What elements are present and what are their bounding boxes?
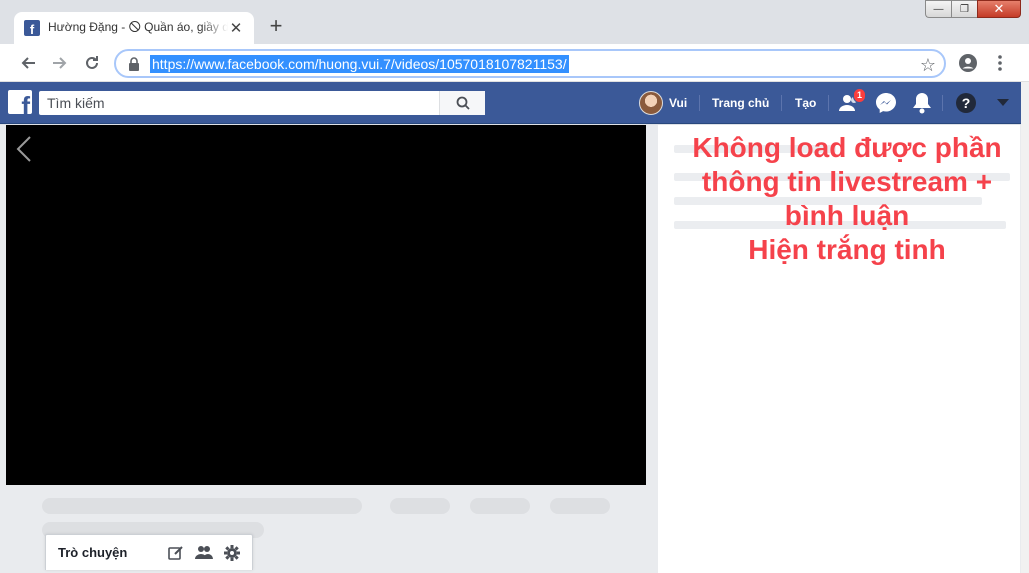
help-icon: ? <box>956 93 976 113</box>
minimize-button[interactable]: — <box>925 0 951 18</box>
compose-icon[interactable] <box>166 543 186 563</box>
browser-toolbar: https://www.facebook.com/huong.vui.7/vid… <box>0 44 1029 82</box>
chat-label: Trò chuyện <box>58 545 128 560</box>
friend-requests-button[interactable]: 1 <box>837 88 866 116</box>
nav-divider <box>699 95 700 111</box>
tab-title: Hường Đặng - 🛇 Quần áo, giầy dép <box>48 19 228 34</box>
help-button[interactable]: ? <box>953 90 979 116</box>
url-text: https://www.facebook.com/huong.vui.7/vid… <box>150 54 569 73</box>
facebook-logo-icon[interactable]: f <box>8 90 32 114</box>
bell-icon <box>913 93 931 114</box>
gear-icon[interactable] <box>222 543 242 563</box>
home-link[interactable]: Trang chủ <box>712 82 769 124</box>
browser-tab[interactable]: f Hường Đặng - 🛇 Quần áo, giầy dép ✕ <box>14 12 254 44</box>
annotation-line: thông tin livestream + <box>701 166 993 197</box>
back-button[interactable] <box>16 51 40 75</box>
facebook-favicon-icon: f <box>24 20 40 36</box>
fb-search-button[interactable] <box>439 91 485 115</box>
bookmark-star-icon[interactable]: ☆ <box>920 55 936 76</box>
loading-placeholder <box>470 498 530 514</box>
account-circle-icon <box>959 54 977 72</box>
chat-bar[interactable]: Trò chuyện <box>45 534 253 570</box>
close-window-button[interactable]: ✕ <box>977 0 1021 18</box>
maximize-button[interactable]: ❐ <box>951 0 977 18</box>
search-icon <box>456 96 470 110</box>
notifications-button[interactable] <box>909 90 935 116</box>
avatar <box>639 91 663 115</box>
chevron-left-icon[interactable] <box>14 135 34 163</box>
fb-search-box <box>39 91 485 115</box>
account-menu-button[interactable] <box>990 90 1016 116</box>
profile-button[interactable] <box>956 51 980 75</box>
create-link[interactable]: Tạo <box>795 82 816 124</box>
annotation-line: Không load được phần <box>692 132 1002 163</box>
nav-divider <box>781 95 782 111</box>
back-arrow-icon <box>21 57 35 69</box>
video-player[interactable] <box>6 125 646 485</box>
create-label: Tạo <box>795 96 817 110</box>
forward-button[interactable] <box>48 51 72 75</box>
tab-close-icon[interactable]: ✕ <box>228 19 244 37</box>
profile-name: Vui <box>669 96 688 110</box>
window-controls: — ❐ ✕ <box>925 0 1021 18</box>
fb-search-input[interactable] <box>39 92 439 114</box>
reload-icon <box>86 56 98 69</box>
page-scrollbar[interactable] <box>1021 82 1029 573</box>
browser-titlebar: f Hường Đặng - 🛇 Quần áo, giầy dép ✕ + —… <box>0 0 1029 44</box>
reload-button[interactable] <box>80 51 104 75</box>
home-label: Trang chủ <box>712 96 770 110</box>
profile-link[interactable]: Vui <box>639 82 687 124</box>
caret-down-icon <box>997 99 1009 106</box>
nav-divider <box>828 95 829 111</box>
lock-icon <box>129 56 139 71</box>
address-bar[interactable]: https://www.facebook.com/huong.vui.7/vid… <box>114 49 946 78</box>
browser-menu-button[interactable] <box>988 51 1012 75</box>
loading-placeholder <box>42 498 362 514</box>
friend-requests-badge: 1 <box>852 88 866 103</box>
svg-text:?: ? <box>962 95 971 111</box>
forward-arrow-icon <box>53 57 67 69</box>
nav-divider <box>942 95 943 111</box>
annotation-line: bình luận <box>784 200 910 231</box>
new-tab-button[interactable]: + <box>264 15 288 39</box>
error-annotation: Không load được phần thông tin livestrea… <box>670 131 1024 267</box>
annotation-line: Hiện trắng tinh <box>748 234 946 265</box>
loading-placeholder <box>390 498 450 514</box>
messenger-icon <box>876 93 896 113</box>
facebook-header: f Vui Trang chủ Tạo 1 ? <box>0 82 1021 124</box>
kebab-menu-icon <box>998 55 1002 71</box>
group-icon[interactable] <box>194 543 214 563</box>
loading-placeholder <box>550 498 610 514</box>
messenger-button[interactable] <box>873 90 899 116</box>
